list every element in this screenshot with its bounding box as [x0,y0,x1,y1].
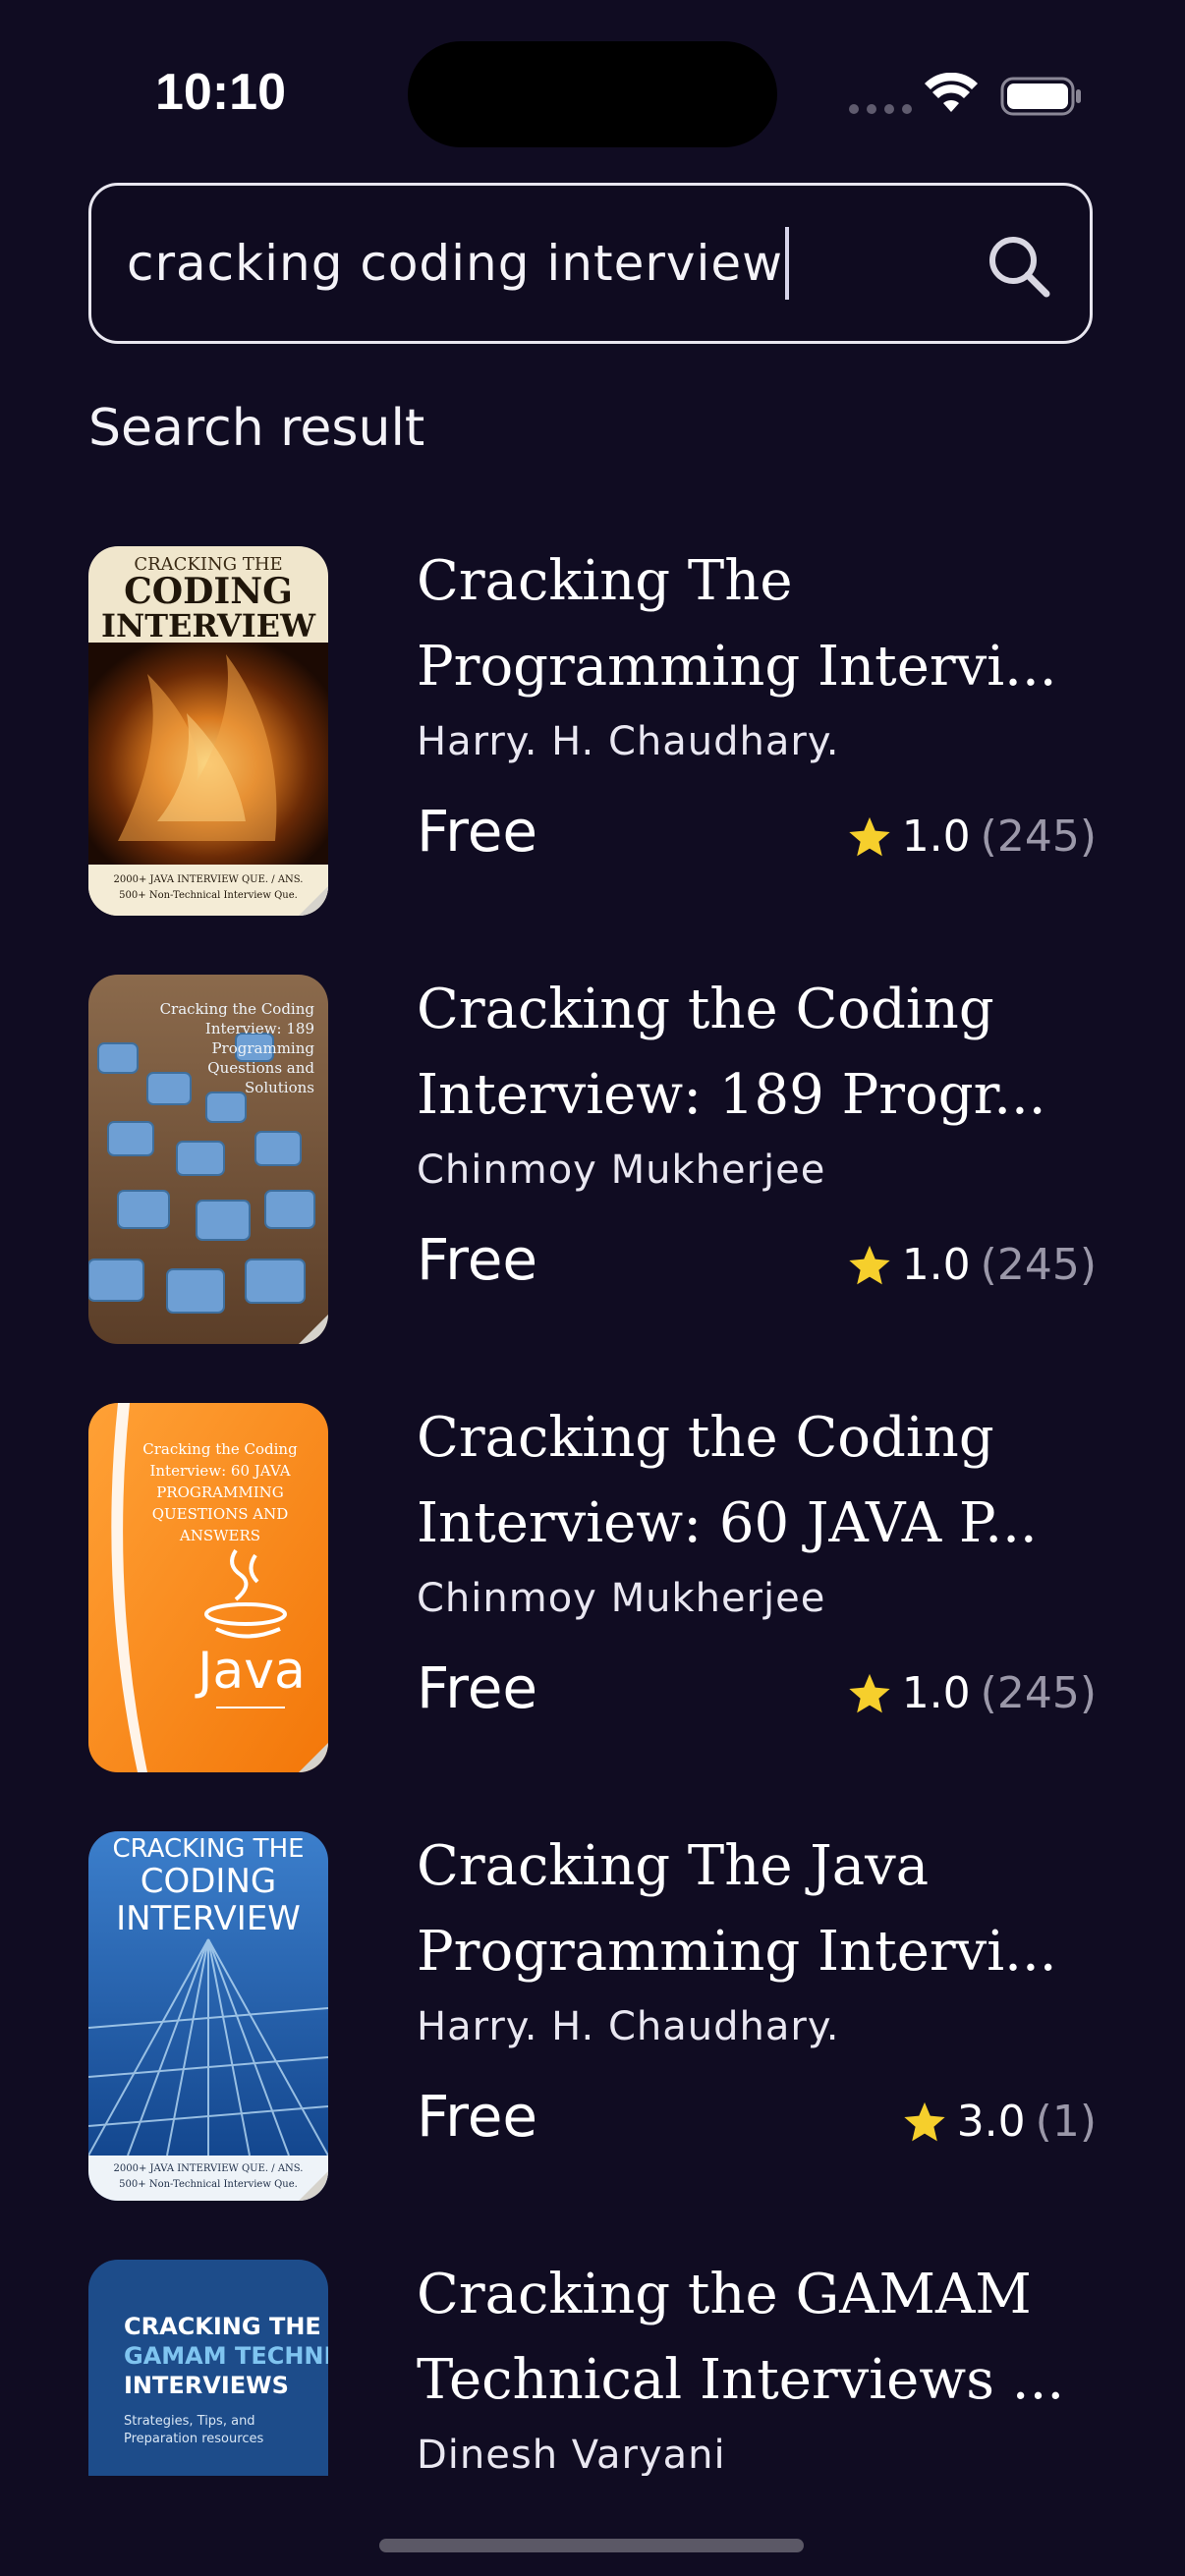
cover-text: INTERVIEW [101,607,316,644]
rating-value: 1.0 [901,1668,971,1718]
book-list-item[interactable]: CRACKING THE GAMAM TECHNICAL INTERVIEWS … [88,2260,1097,2476]
cover-text: Interview: 60 JAVA [149,1462,290,1480]
rating-value: 1.0 [901,1240,971,1290]
book-rating: 1.0 (245) [847,1668,1097,1718]
star-icon [904,2101,945,2141]
star-icon [849,816,890,856]
cover-text: Strategies, Tips, and [124,2414,255,2429]
book-cover[interactable]: Cracking the Coding Interview: 189 Progr… [88,975,328,1344]
cover-text: Preparation resources [124,2432,263,2446]
text-caret [785,227,790,300]
rating-count: (245) [980,812,1097,862]
book-cover[interactable]: CRACKING THE CODING INTERVIEW 2000+ JAVA… [88,1831,328,2201]
rating-count: (245) [980,1240,1097,1290]
book-title[interactable]: Cracking the GAMAM Technical Interviews … [417,2252,1097,2423]
search-results-list[interactable]: CRACKING THE CODING INTERVIEW 2000+ JAVA… [0,546,1185,2476]
status-bar: 10:10 [0,0,1185,167]
star-icon [849,1245,890,1284]
cover-text: GAMAM TECHNICAL [124,2342,328,2370]
rating-value: 1.0 [901,812,971,862]
book-cover[interactable]: Cracking the Coding Interview: 60 JAVA P… [88,1403,328,1772]
book-price: Free [417,1654,538,1721]
wifi-icon [925,73,978,112]
cover-text: PROGRAMMING [156,1484,284,1501]
cover-text: CRACKING THE [112,1834,304,1864]
section-title: Search result [88,399,425,458]
book-author: Dinesh Varyani [417,2433,726,2476]
cover-text: ANSWERS [179,1527,260,1544]
battery-icon [1000,77,1081,116]
cover-text: 500+ Non-Technical Interview Que. [119,890,298,901]
book-title[interactable]: Cracking The Programming Intervi... [417,546,1097,709]
cover-text: INTERVIEW [116,1899,301,1938]
book-list-item[interactable]: Cracking the Coding Interview: 60 JAVA P… [88,1403,1097,1772]
book-price: Free [417,2083,538,2150]
book-title[interactable]: Cracking the Coding Interview: 60 JAVA P… [417,1395,1097,1566]
search-input[interactable]: cracking coding interview [88,183,1093,344]
book-title[interactable]: Cracking the Coding Interview: 189 Progr… [417,967,1097,1138]
cover-text: CODING [124,571,293,612]
rating-value: 3.0 [956,2097,1026,2147]
book-rating: 3.0 (1) [902,2097,1097,2147]
book-rating: 1.0 (245) [847,812,1097,862]
book-cover[interactable]: CRACKING THE CODING INTERVIEW 2000+ JAVA… [88,546,328,916]
cover-text: Interview: 189 [205,1020,314,1037]
cover-text: Programming [211,1039,314,1057]
cover-text: Cracking the Coding [142,1440,298,1458]
star-icon [849,1673,890,1712]
book-author: Harry. H. Chaudhary. [417,2004,840,2049]
home-indicator[interactable] [379,2539,804,2552]
cellular-signal-icon [849,104,912,114]
cover-text: QUESTIONS AND [152,1505,289,1523]
book-author: Chinmoy Mukherjee [417,1576,826,1621]
cover-text: 2000+ JAVA INTERVIEW QUE. / ANS. [114,2163,304,2174]
search-input-value: cracking coding interview [127,235,784,292]
book-list-item[interactable]: CRACKING THE CODING INTERVIEW 2000+ JAVA… [88,546,1097,916]
cover-text: Java [195,1642,306,1701]
cover-text: 500+ Non-Technical Interview Que. [119,2179,298,2190]
cover-text: CODING [141,1862,277,1901]
book-list-item[interactable]: Cracking the Coding Interview: 189 Progr… [88,975,1097,1344]
book-list-item[interactable]: CRACKING THE CODING INTERVIEW 2000+ JAVA… [88,1831,1097,2201]
cover-text: Cracking the Coding [160,1000,315,1018]
search-icon[interactable] [982,229,1056,304]
cover-text: INTERVIEWS [124,2372,289,2399]
book-price: Free [417,1226,538,1293]
cover-text: CRACKING THE [124,2313,321,2340]
status-time: 10:10 [155,64,286,121]
cover-text: 2000+ JAVA INTERVIEW QUE. / ANS. [114,874,304,885]
book-title[interactable]: Cracking The Java Programming Intervi... [417,1823,1097,1994]
cover-text: Solutions [245,1079,314,1096]
book-rating: 1.0 (245) [847,1240,1097,1290]
cover-text: Questions and [207,1059,314,1077]
book-cover[interactable]: CRACKING THE GAMAM TECHNICAL INTERVIEWS … [88,2260,328,2476]
rating-count: (1) [1035,2097,1097,2147]
book-author: Chinmoy Mukherjee [417,1148,826,1193]
book-price: Free [417,798,538,865]
book-author: Harry. H. Chaudhary. [417,719,840,764]
dynamic-island [408,41,777,147]
rating-count: (245) [980,1668,1097,1718]
